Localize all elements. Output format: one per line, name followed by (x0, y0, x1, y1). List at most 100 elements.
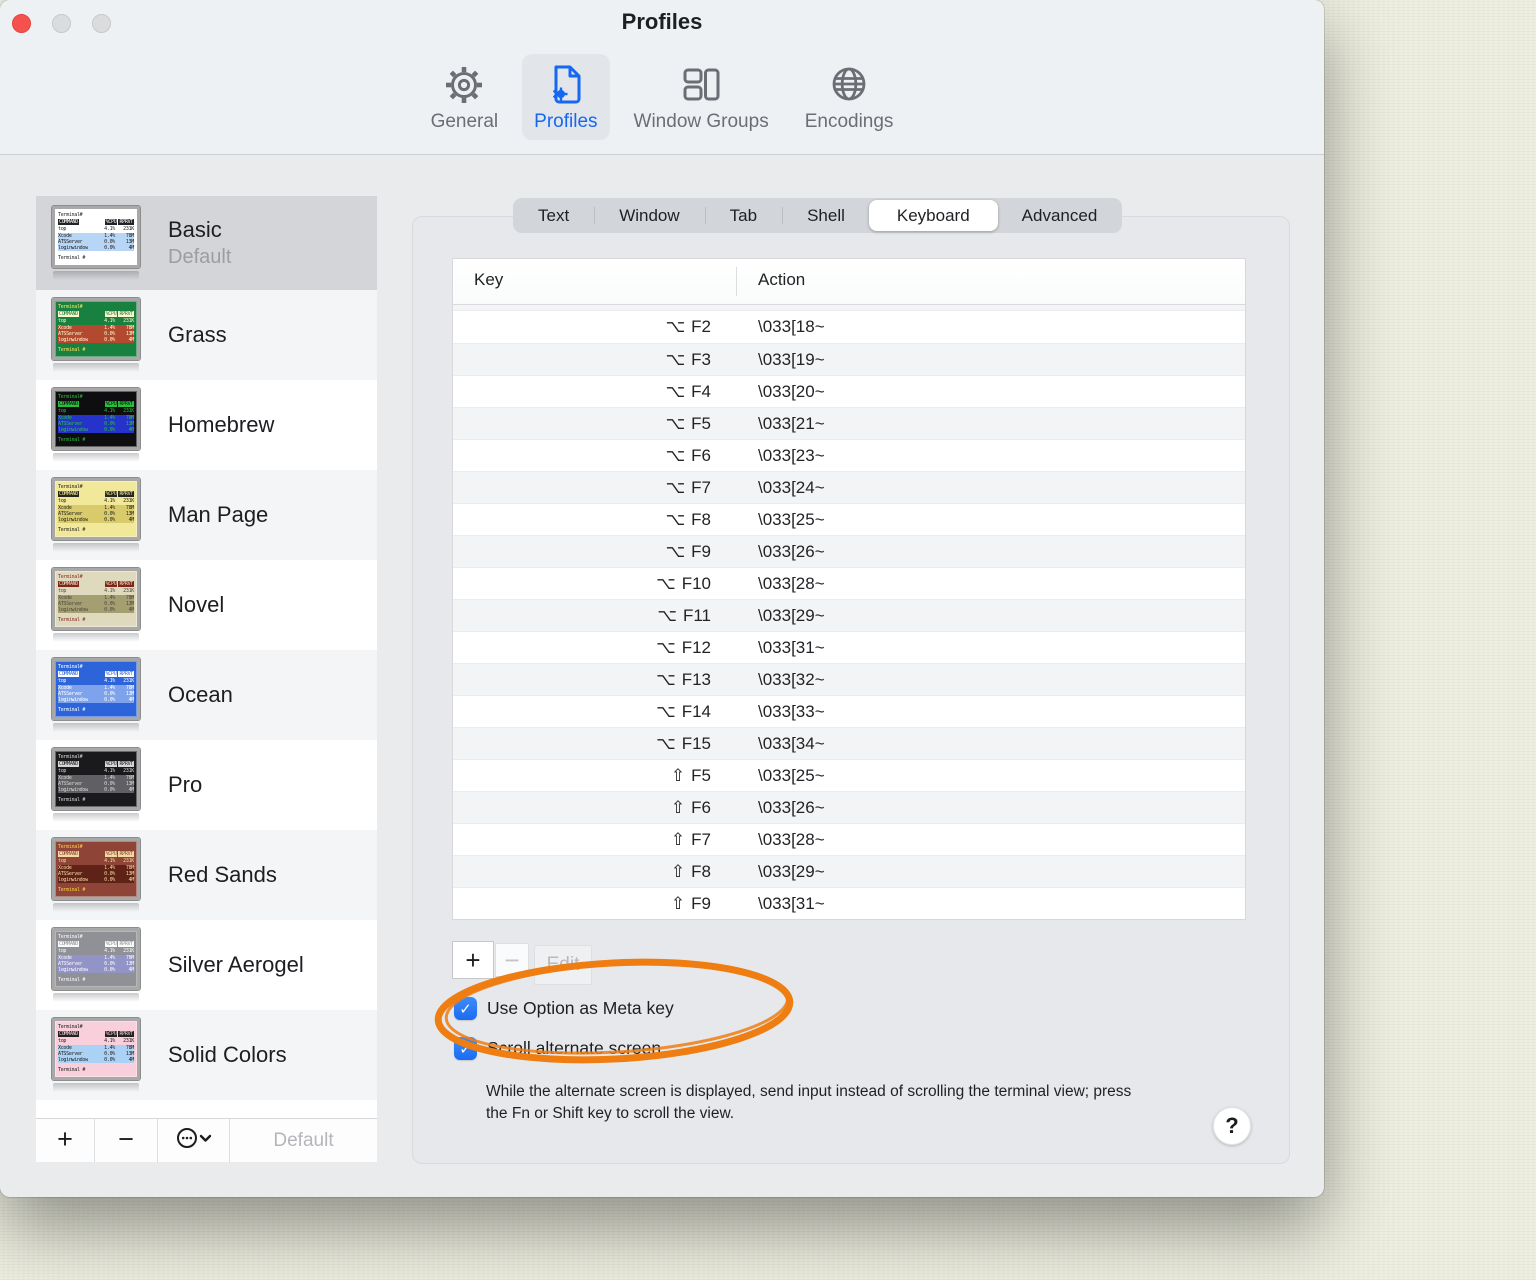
terminal-header-line: COMMAND %CPU RPRVT (58, 581, 134, 588)
terminal-prompt-line: Terminal # (58, 887, 86, 894)
toolbar-item-window-groups[interactable]: Window Groups (622, 54, 781, 140)
add-binding-button[interactable]: + (452, 941, 494, 979)
toolbar-item-general[interactable]: General (419, 54, 511, 140)
profile-name: Pro (168, 772, 203, 797)
shift-key-icon: ⇧ (670, 797, 686, 818)
terminal-column-chip: COMMAND (58, 401, 79, 408)
key-binding-row[interactable]: ⌥ F11 \033[29~ (453, 599, 1245, 631)
key-binding-row[interactable]: ⇧ F6 \033[26~ (453, 791, 1245, 823)
profile-labels: Ocean (164, 682, 233, 708)
toolbar-item-profiles[interactable]: Profiles (522, 54, 610, 140)
profile-item-silver-aerogel[interactable]: Terminal# COMMAND %CPU RPRVT top 4.1% 231K Xcod… (36, 920, 377, 1010)
terminal-header-line: COMMAND %CPU RPRVT (58, 761, 134, 768)
terminal-process-row: loginwindow 0.0% 4M (58, 337, 134, 344)
key-cell: ⌥ F2 (453, 317, 711, 337)
key-binding-row[interactable]: ⌥ F15 \033[34~ (453, 727, 1245, 759)
key-binding-row[interactable]: ⌥ F5 \033[21~ (453, 407, 1245, 439)
set-default-button: Default (273, 1129, 334, 1151)
key-binding-row[interactable]: ⇧ F7 \033[28~ (453, 823, 1245, 855)
add-profile-button[interactable]: + (36, 1119, 95, 1162)
profile-item-red-sands[interactable]: Terminal# COMMAND %CPU RPRVT top 4.1% 231K Xcod… (36, 830, 377, 920)
help-button[interactable]: ? (1213, 1107, 1251, 1145)
profile-thumbnail: Terminal# COMMAND %CPU RPRVT top 4.1% 231K Xcod… (51, 747, 164, 822)
profile-item-ocean[interactable]: Terminal# COMMAND %CPU RPRVT top 4.1% 231K Xcod… (36, 650, 377, 740)
terminal-column-chip: RPRVT (118, 219, 134, 226)
profile-item-man-page[interactable]: Terminal# COMMAND %CPU RPRVT top 4.1% 231K Xcod… (36, 470, 377, 560)
terminal-column-chip: RPRVT (118, 1031, 134, 1038)
toolbar-item-label: Encodings (804, 111, 894, 132)
key-cell: ⌥ F9 (453, 542, 711, 562)
key-name: F15 (681, 733, 711, 753)
profile-labels: Red Sands (164, 862, 277, 888)
toolbar-item-encodings[interactable]: Encodings (793, 54, 906, 140)
terminal-column-chip: RPRVT (118, 851, 134, 858)
key-name: F5 (691, 413, 711, 433)
remove-profile-button[interactable]: − (95, 1119, 158, 1162)
checkbox-label: Scroll alternate screen (487, 1038, 662, 1058)
profile-item-grass[interactable]: Terminal# COMMAND %CPU RPRVT top 4.1% 231K Xcod… (36, 290, 377, 380)
key-binding-row[interactable]: ⌥ F2 \033[18~ (453, 311, 1245, 343)
terminal-column-chip: COMMAND (58, 1031, 79, 1038)
key-binding-row[interactable]: ⌥ F7 \033[24~ (453, 471, 1245, 503)
terminal-header-line: COMMAND %CPU RPRVT (58, 1031, 134, 1038)
thumbnail-reflection (53, 993, 139, 1002)
option-key-icon: ⌥ (665, 509, 686, 530)
key-binding-row[interactable]: ⌥ F4 \033[20~ (453, 375, 1245, 407)
key-binding-row[interactable]: ⇧ F5 \033[25~ (453, 759, 1245, 791)
terminal-title-line: Terminal# (58, 484, 83, 490)
profile-item-solid-colors[interactable]: Terminal# COMMAND %CPU RPRVT top 4.1% 231K Xcod… (36, 1010, 377, 1100)
alternate-screen-help-text: While the alternate screen is displayed,… (486, 1083, 1132, 1122)
thumbnail-reflection (53, 633, 139, 642)
key-binding-row[interactable]: ⌥ F10 \033[28~ (453, 567, 1245, 599)
tab-window[interactable]: Window (594, 198, 704, 233)
key-cell: ⌥ F11 (453, 606, 711, 626)
profile-name: Silver Aerogel (168, 952, 304, 977)
terminal-process-row: loginwindow 0.0% 4M (58, 1057, 134, 1064)
key-binding-row[interactable]: ⌥ F9 \033[26~ (453, 535, 1245, 567)
key-binding-row[interactable]: ⌥ F6 \033[23~ (453, 439, 1245, 471)
profile-item-homebrew[interactable]: Terminal# COMMAND %CPU RPRVT top 4.1% 231K Xcod… (36, 380, 377, 470)
key-binding-row[interactable]: ⌥ F8 \033[25~ (453, 503, 1245, 535)
key-binding-row[interactable]: ⌥ F12 \033[31~ (453, 631, 1245, 663)
minus-icon: − (118, 1123, 134, 1154)
terminal-prompt-line: Terminal # (58, 617, 86, 624)
table-header: Key Action (453, 259, 1245, 305)
key-binding-row[interactable]: ⌥ F14 \033[33~ (453, 695, 1245, 727)
key-cell: ⇧ F7 (453, 830, 711, 850)
profile-thumbnail: Terminal# COMMAND %CPU RPRVT top 4.1% 231K Xcod… (51, 297, 164, 372)
action-cell: \033[26~ (758, 541, 825, 561)
tab-keyboard[interactable]: Keyboard (868, 200, 998, 231)
key-binding-row[interactable]: ⌥ F3 \033[19~ (453, 343, 1245, 375)
tab-shell[interactable]: Shell (782, 198, 870, 233)
use-option-as-meta-checkbox[interactable] (454, 997, 477, 1020)
terminal-title-line: Terminal# (58, 1024, 83, 1030)
thumbnail-reflection (53, 1083, 139, 1092)
key-binding-row[interactable]: ⇧ F9 \033[31~ (453, 887, 1245, 919)
key-binding-row[interactable]: ⌥ F13 \033[32~ (453, 663, 1245, 695)
profile-thumbnail: Terminal# COMMAND %CPU RPRVT top 4.1% 231K Xcod… (51, 567, 164, 642)
shift-key-icon: ⇧ (670, 861, 686, 882)
key-name: F13 (681, 669, 711, 689)
terminal-column-chip: %CPU (104, 491, 118, 498)
tab-tab[interactable]: Tab (704, 198, 782, 233)
terminal-header-line: COMMAND %CPU RPRVT (58, 851, 134, 858)
profile-thumbnail: Terminal# COMMAND %CPU RPRVT top 4.1% 231K Xcod… (51, 477, 164, 552)
terminal-column-chip: COMMAND (58, 311, 79, 318)
toolbar-items: General Profiles Window Groups Encodings (0, 54, 1324, 140)
profile-item-basic[interactable]: Terminal# COMMAND %CPU RPRVT top 4.1% 231K Xcod… (36, 196, 377, 290)
scroll-alternate-screen-checkbox[interactable] (454, 1037, 477, 1060)
terminal-column-chip: COMMAND (58, 581, 79, 588)
terminal-title-line: Terminal# (58, 844, 83, 850)
option-key-icon: ⌥ (656, 669, 676, 690)
profile-thumbnail: Terminal# COMMAND %CPU RPRVT top 4.1% 231K Xcod… (51, 657, 164, 732)
profile-item-novel[interactable]: Terminal# COMMAND %CPU RPRVT top 4.1% 231K Xcod… (36, 560, 377, 650)
option-key-icon: ⌥ (656, 701, 676, 722)
profile-item-pro[interactable]: Terminal# COMMAND %CPU RPRVT top 4.1% 231K Xcod… (36, 740, 377, 830)
terminal-column-chip: RPRVT (118, 491, 134, 498)
profile-actions-menu-button[interactable] (158, 1119, 230, 1162)
tab-text[interactable]: Text (513, 198, 594, 233)
terminal-column-chip: %CPU (104, 851, 118, 858)
key-binding-row[interactable]: ⇧ F8 \033[29~ (453, 855, 1245, 887)
tab-advanced[interactable]: Advanced (996, 198, 1123, 233)
profiles-sidebar: Terminal# COMMAND %CPU RPRVT top 4.1% 231K Xcod… (36, 196, 377, 1162)
